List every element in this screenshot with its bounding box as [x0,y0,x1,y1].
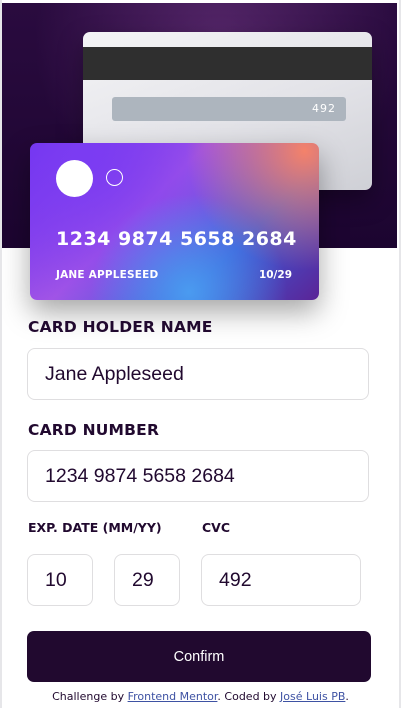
author-link[interactable]: José Luis PB [280,690,345,703]
expiry-year-input[interactable] [114,554,180,606]
frontend-mentor-link[interactable]: Frontend Mentor [128,690,218,703]
confirm-button[interactable]: Confirm [27,631,371,682]
card-front-expiry: 10/29 [258,269,292,281]
holder-name-label: CARD HOLDER NAME [28,318,213,336]
cvc-input[interactable] [201,554,361,606]
card-logo-filled-circle-icon [56,160,93,197]
attribution-footer: Challenge by Frontend Mentor. Coded by J… [0,690,401,703]
card-front-holder: JANE APPLESEED [56,269,159,281]
footer-prefix: Challenge by [52,690,128,703]
expiry-month-input[interactable] [27,554,93,606]
footer-suffix: . [345,690,349,703]
card-number-input[interactable] [27,450,369,502]
holder-name-input[interactable] [27,348,369,400]
signature-strip: 492 [112,97,346,121]
card-number-label: CARD NUMBER [28,421,160,439]
magnetic-stripe [83,47,372,80]
card-preview-panel: 492 1234 9874 5658 2684 JANE APPLESEED 1… [2,3,397,300]
footer-middle: . Coded by [217,690,281,703]
card-logo-outline-circle-icon [106,169,123,186]
cvc-label: CVC [202,520,231,535]
expiry-date-label: EXP. DATE (MM/YY) [28,520,162,535]
card-front: 1234 9874 5658 2684 JANE APPLESEED 10/29 [30,143,319,300]
card-back-cvc: 492 [312,102,336,115]
card-front-number: 1234 9874 5658 2684 [56,228,297,250]
